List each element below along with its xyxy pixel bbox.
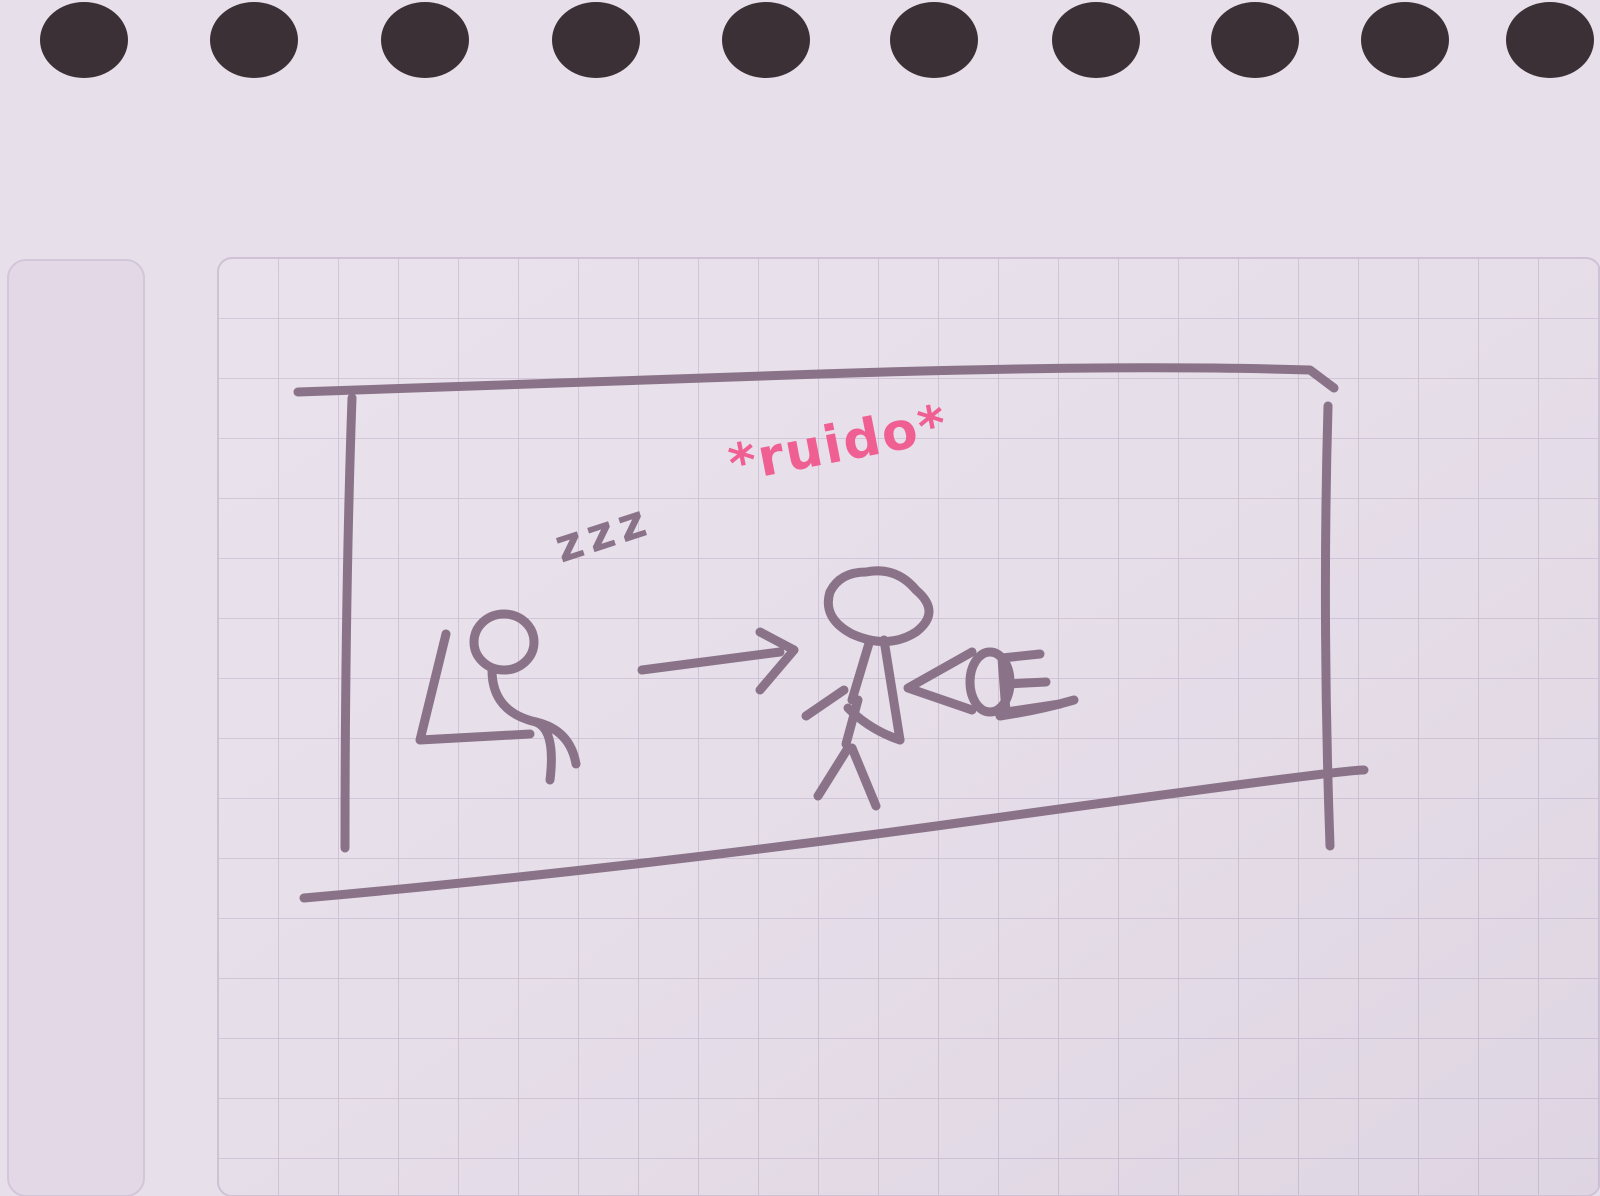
notebook-photo: zzz *ruido* <box>0 0 1600 1196</box>
page-margin-panel <box>7 259 145 1196</box>
